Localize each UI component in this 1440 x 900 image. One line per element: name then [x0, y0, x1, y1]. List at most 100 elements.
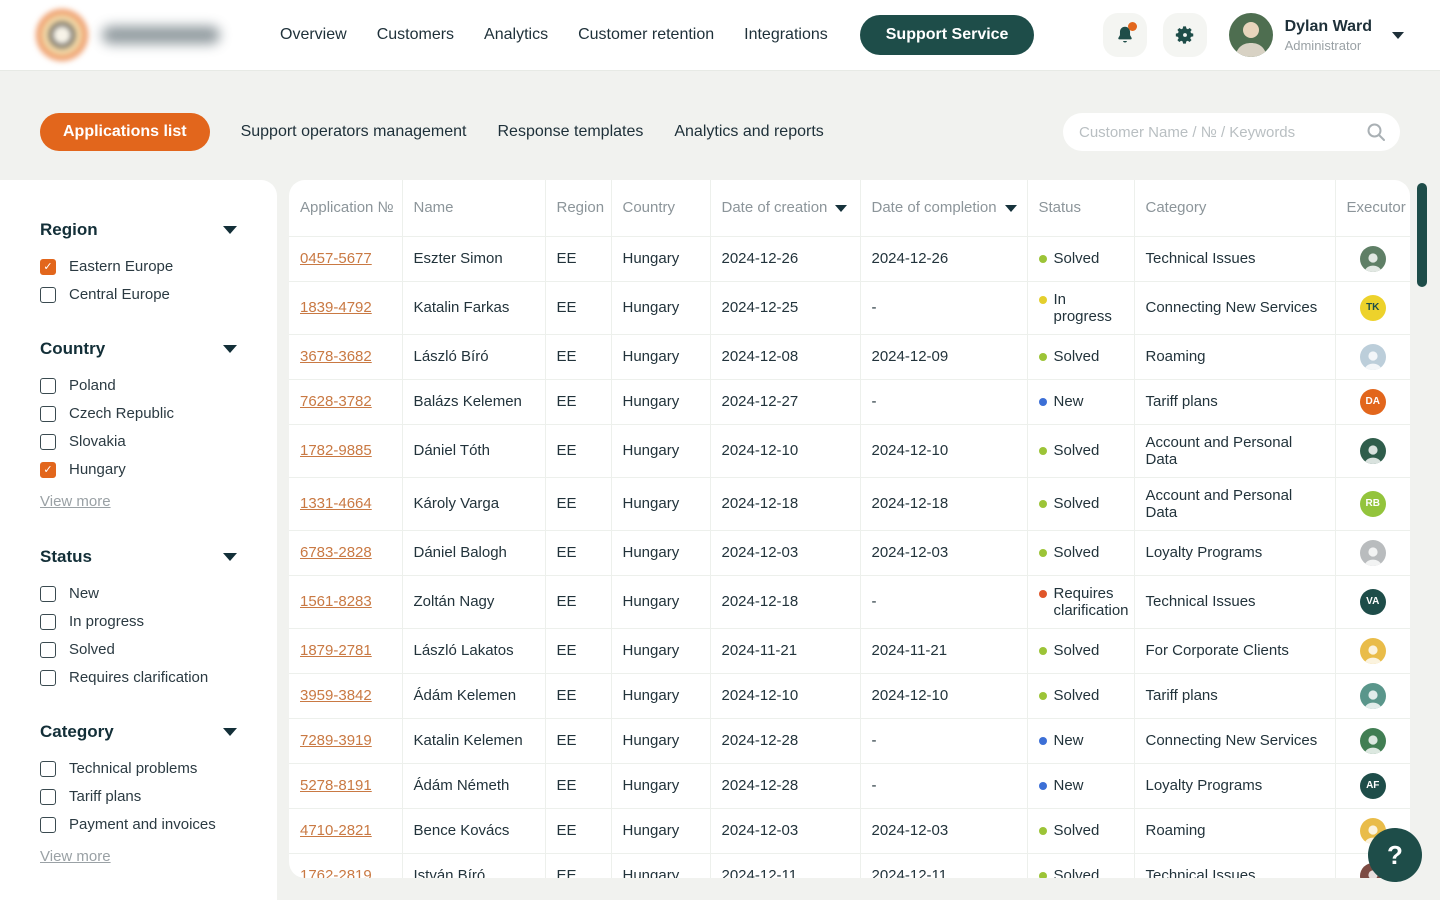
search-box — [1063, 113, 1400, 151]
filter-option-label: Tariff plans — [69, 788, 141, 805]
executor-initials-avatar[interactable]: VA — [1360, 589, 1386, 615]
application-number-link[interactable]: 1839-4792 — [300, 299, 372, 316]
checkbox-unchecked[interactable] — [40, 817, 56, 833]
application-number-link[interactable]: 1782-9885 — [300, 442, 372, 459]
date-of-completion-cell: 2024-12-03 — [860, 530, 1027, 575]
executor-photo-avatar[interactable] — [1360, 638, 1386, 664]
filter-option-czech-republic[interactable]: Czech Republic — [40, 405, 237, 422]
tab-response-templates[interactable]: Response templates — [498, 113, 644, 151]
status-dot-solved — [1039, 827, 1047, 835]
checkbox-unchecked[interactable] — [40, 761, 56, 777]
checkbox-unchecked[interactable] — [40, 642, 56, 658]
user-menu[interactable]: Dylan Ward Administrator — [1229, 13, 1404, 57]
view-more-link[interactable]: View more — [40, 848, 111, 865]
checkbox-checked[interactable]: ✓ — [40, 259, 56, 275]
application-number-link[interactable]: 3959-3842 — [300, 687, 372, 704]
sort-descending-icon[interactable] — [835, 205, 847, 212]
checkbox-unchecked[interactable] — [40, 789, 56, 805]
filter-section-header-region[interactable]: Region — [40, 220, 237, 240]
application-number-link[interactable]: 7289-3919 — [300, 732, 372, 749]
executor-initials-avatar[interactable]: AF — [1360, 773, 1386, 799]
filter-option-solved[interactable]: Solved — [40, 641, 237, 658]
tab-support-operators-management[interactable]: Support operators management — [241, 113, 467, 151]
application-number-link[interactable]: 1561-8283 — [300, 593, 372, 610]
filter-option-eastern-europe[interactable]: ✓Eastern Europe — [40, 258, 237, 275]
checkbox-unchecked[interactable] — [40, 670, 56, 686]
column-header-label: Executor — [1347, 199, 1406, 216]
application-number-link[interactable]: 1879-2781 — [300, 642, 372, 659]
application-number-cell: 7628-3782 — [289, 379, 402, 424]
sort-descending-icon[interactable] — [1005, 205, 1017, 212]
customer-name-cell: Balázs Kelemen — [402, 379, 545, 424]
application-number-link[interactable]: 6783-2828 — [300, 544, 372, 561]
tab-applications-list[interactable]: Applications list — [40, 113, 210, 151]
search-input[interactable] — [1079, 124, 1366, 141]
checkbox-unchecked[interactable] — [40, 406, 56, 422]
filter-section-title: Category — [40, 722, 114, 742]
brand-logo[interactable] — [36, 9, 258, 61]
executor-photo-avatar[interactable] — [1360, 246, 1386, 272]
checkbox-unchecked[interactable] — [40, 378, 56, 394]
country-cell: Hungary — [611, 379, 710, 424]
application-number-link[interactable]: 4710-2821 — [300, 822, 372, 839]
executor-photo-avatar[interactable] — [1360, 540, 1386, 566]
filter-option-central-europe[interactable]: Central Europe — [40, 286, 237, 303]
executor-photo-avatar[interactable] — [1360, 438, 1386, 464]
filter-option-new[interactable]: New — [40, 585, 237, 602]
table-row: 4710-2821Bence KovácsEEHungary2024-12-03… — [289, 808, 1410, 853]
help-button[interactable]: ? — [1368, 828, 1422, 882]
chevron-down-icon[interactable] — [1392, 32, 1404, 39]
application-number-link[interactable]: 7628-3782 — [300, 393, 372, 410]
date-of-completion-cell: 2024-12-09 — [860, 334, 1027, 379]
application-number-cell: 1561-8283 — [289, 575, 402, 628]
filter-option-tariff-plans[interactable]: Tariff plans — [40, 788, 237, 805]
filter-option-requires-clarification[interactable]: Requires clarification — [40, 669, 237, 686]
support-service-button[interactable]: Support Service — [860, 15, 1035, 55]
filter-section-header-country[interactable]: Country — [40, 339, 237, 359]
filter-option-payment-and-invoices[interactable]: Payment and invoices — [40, 816, 237, 833]
column-header-label: Status — [1039, 199, 1082, 216]
executor-photo-avatar[interactable] — [1360, 728, 1386, 754]
column-header-date-of-completion[interactable]: Date of completion — [860, 180, 1027, 236]
application-number-link[interactable]: 3678-3682 — [300, 348, 372, 365]
view-more-link[interactable]: View more — [40, 493, 111, 510]
filter-section-header-category[interactable]: Category — [40, 722, 237, 742]
date-of-creation-cell: 2024-12-26 — [710, 236, 860, 281]
application-number-link[interactable]: 1331-4664 — [300, 495, 372, 512]
filter-option-label: New — [69, 585, 99, 602]
application-number-cell: 5278-8191 — [289, 763, 402, 808]
filter-option-slovakia[interactable]: Slovakia — [40, 433, 237, 450]
checkbox-checked[interactable]: ✓ — [40, 462, 56, 478]
filter-option-hungary[interactable]: ✓Hungary — [40, 461, 237, 478]
checkbox-unchecked[interactable] — [40, 434, 56, 450]
table-row: 7628-3782Balázs KelemenEEHungary2024-12-… — [289, 379, 1410, 424]
executor-photo-avatar[interactable] — [1360, 344, 1386, 370]
executor-initials-avatar[interactable]: TK — [1360, 295, 1386, 321]
application-number-link[interactable]: 1762-2819 — [300, 867, 372, 878]
filter-option-technical-problems[interactable]: Technical problems — [40, 760, 237, 777]
checkbox-unchecked[interactable] — [40, 586, 56, 602]
nav-item-overview[interactable]: Overview — [280, 26, 347, 44]
executor-initials-avatar[interactable]: RB — [1360, 491, 1386, 517]
column-header-category: Category — [1134, 180, 1335, 236]
nav-item-customer-retention[interactable]: Customer retention — [578, 26, 714, 44]
filter-option-in-progress[interactable]: In progress — [40, 613, 237, 630]
executor-photo-avatar[interactable] — [1360, 683, 1386, 709]
settings-button[interactable] — [1163, 13, 1207, 57]
notifications-button[interactable] — [1103, 13, 1147, 57]
nav-item-integrations[interactable]: Integrations — [744, 26, 828, 44]
checkbox-unchecked[interactable] — [40, 614, 56, 630]
nav-item-customers[interactable]: Customers — [377, 26, 454, 44]
nav-item-analytics[interactable]: Analytics — [484, 26, 548, 44]
table-scrollbar[interactable] — [1417, 183, 1427, 287]
category-cell: Roaming — [1134, 808, 1335, 853]
column-header-date-of-creation[interactable]: Date of creation — [710, 180, 860, 236]
checkbox-unchecked[interactable] — [40, 287, 56, 303]
filter-section-header-status[interactable]: Status — [40, 547, 237, 567]
executor-initials-avatar[interactable]: DA — [1360, 389, 1386, 415]
search-icon[interactable] — [1366, 122, 1386, 142]
tab-analytics-and-reports[interactable]: Analytics and reports — [674, 113, 823, 151]
application-number-link[interactable]: 5278-8191 — [300, 777, 372, 794]
application-number-link[interactable]: 0457-5677 — [300, 250, 372, 267]
filter-option-poland[interactable]: Poland — [40, 377, 237, 394]
